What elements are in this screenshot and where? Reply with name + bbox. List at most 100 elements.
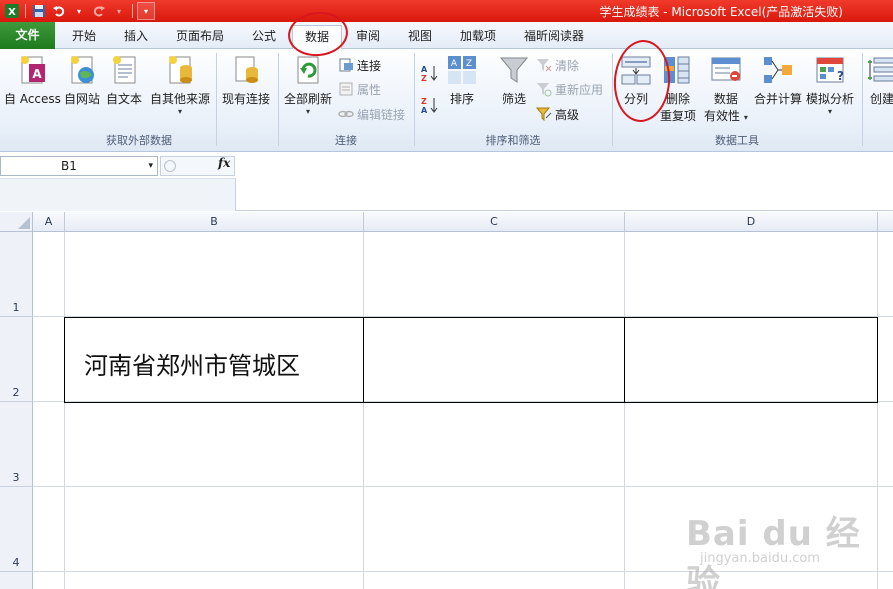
- refresh-icon: [297, 56, 319, 84]
- cell-c2[interactable]: [363, 317, 625, 403]
- select-all-triangle-icon: [18, 217, 30, 229]
- group-label-connections: 连接: [335, 134, 357, 147]
- other-sources-icon: [169, 56, 192, 84]
- save-icon[interactable]: [30, 2, 48, 20]
- filter-button[interactable]: 筛选: [498, 54, 530, 107]
- text-to-columns-label: 分列: [623, 92, 648, 106]
- baidu-watermark-url: jingyan.baidu.com: [700, 551, 820, 566]
- tab-page-layout[interactable]: 页面布局: [168, 25, 232, 49]
- column-header-d[interactable]: D: [625, 212, 878, 232]
- group-create-label: 创建: [869, 92, 893, 106]
- remove-duplicates-label-2: 重复项: [660, 109, 697, 123]
- baidu-watermark-logo: Bai du 经验: [686, 514, 861, 589]
- sort-ascending-button[interactable]: AZ: [420, 63, 440, 83]
- redo-dropdown-icon[interactable]: ▾: [110, 2, 128, 20]
- row-header-4[interactable]: 4: [0, 487, 33, 572]
- filter-label: 筛选: [501, 92, 526, 106]
- refresh-all-button[interactable]: 全部刷新 ▾: [284, 54, 332, 116]
- sort-z-to-a-icon: ZA: [421, 97, 438, 115]
- edit-links-button[interactable]: 编辑链接: [338, 104, 405, 124]
- tab-insert[interactable]: 插入: [112, 25, 160, 49]
- edit-links-label: 编辑链接: [357, 107, 406, 122]
- group-icon: [868, 57, 893, 82]
- properties-button[interactable]: 属性: [338, 79, 381, 99]
- from-access-button[interactable]: A 自 Access: [4, 54, 61, 107]
- excel-logo-icon[interactable]: X: [3, 2, 21, 20]
- tab-home[interactable]: 开始: [60, 25, 108, 49]
- group-label-data-tools: 数据工具: [715, 134, 759, 147]
- undo-icon[interactable]: [50, 2, 68, 20]
- redo-icon[interactable]: [90, 2, 108, 20]
- data-validation-label-2: 有效性 ▾: [704, 109, 748, 123]
- tab-formulas[interactable]: 公式: [240, 25, 288, 49]
- clear-filter-button[interactable]: 清除: [536, 55, 579, 75]
- name-box-value: B1: [61, 159, 77, 173]
- tab-add-ins[interactable]: 加载项: [450, 25, 506, 49]
- advanced-filter-icon: [536, 107, 552, 122]
- gridline: [64, 232, 65, 589]
- chevron-down-icon: ▾: [178, 107, 183, 116]
- from-other-sources-button[interactable]: 自其他来源 ▾: [150, 54, 210, 116]
- connections-icon: [339, 58, 353, 72]
- name-box[interactable]: B1 ▾: [0, 156, 158, 176]
- tab-review[interactable]: 审阅: [346, 25, 390, 49]
- insert-function-button[interactable]: fx: [218, 156, 230, 170]
- link-icon: [338, 110, 354, 118]
- reapply-button[interactable]: 重新应用: [536, 79, 603, 99]
- row-header-1[interactable]: 1: [0, 232, 33, 317]
- reapply-label: 重新应用: [555, 82, 604, 97]
- column-header-b[interactable]: B: [65, 212, 364, 232]
- customize-qat-icon[interactable]: ▾: [137, 2, 155, 20]
- access-icon: A: [21, 56, 46, 84]
- group-create-button[interactable]: 创建: [866, 54, 893, 107]
- tab-file[interactable]: 文件: [0, 22, 55, 49]
- group-label-external-data: 获取外部数据: [106, 134, 172, 147]
- existing-connections-button[interactable]: 现有连接: [222, 54, 270, 107]
- group-separator: [862, 53, 863, 146]
- tab-data[interactable]: 数据: [292, 25, 342, 50]
- column-header-e[interactable]: [878, 212, 893, 232]
- group-label-sort-filter: 排序和筛选: [485, 134, 541, 147]
- sort-descending-button[interactable]: ZA: [420, 95, 440, 115]
- text-to-columns-button[interactable]: 分列: [620, 54, 652, 107]
- clear-filter-icon: [537, 59, 552, 72]
- window-title: 学生成绩表 - Microsoft Excel(产品激活失败): [599, 5, 843, 19]
- svg-text:X: X: [8, 7, 16, 18]
- circle-icon: [164, 160, 176, 172]
- data-validation-button[interactable]: 数据 有效性 ▾: [704, 54, 748, 124]
- tab-foxit-reader[interactable]: 福昕阅读器: [514, 25, 594, 49]
- column-header-c[interactable]: C: [364, 212, 625, 232]
- advanced-filter-button[interactable]: 高级: [536, 104, 579, 124]
- from-text-label: 自文本: [106, 92, 143, 106]
- connections-button[interactable]: 连接: [338, 55, 381, 75]
- text-to-columns-icon: [621, 56, 651, 85]
- consolidate-button[interactable]: 合并计算: [754, 54, 802, 107]
- from-text-button[interactable]: 自文本: [106, 54, 142, 107]
- refresh-all-label: 全部刷新: [284, 92, 333, 106]
- from-web-button[interactable]: 自网站: [64, 54, 100, 107]
- connections-label: 连接: [357, 58, 382, 73]
- row-header-3[interactable]: 3: [0, 402, 33, 487]
- from-web-label: 自网站: [64, 92, 101, 106]
- sort-dialog-icon: AZ: [448, 56, 476, 84]
- formula-bar-lower-area: [0, 178, 236, 211]
- remove-duplicates-button[interactable]: 删除 重复项: [660, 54, 696, 124]
- sort-button[interactable]: AZ 排序: [446, 54, 478, 107]
- select-all-button[interactable]: [0, 212, 33, 232]
- consolidate-label: 合并计算: [754, 92, 803, 106]
- formula-input[interactable]: [236, 156, 893, 176]
- undo-dropdown-icon[interactable]: ▾: [70, 2, 88, 20]
- cell-d2[interactable]: [624, 317, 878, 403]
- clear-filter-label: 清除: [555, 58, 580, 73]
- what-if-analysis-label: 模拟分析: [806, 92, 855, 106]
- row-header-2[interactable]: 2: [0, 317, 33, 402]
- chevron-down-icon[interactable]: ▾: [148, 157, 153, 175]
- advanced-filter-label: 高级: [555, 107, 580, 122]
- existing-connections-icon: [235, 56, 258, 83]
- funnel-icon: [499, 57, 529, 83]
- tab-view[interactable]: 视图: [396, 25, 444, 49]
- row-header-5[interactable]: [0, 572, 33, 589]
- what-if-analysis-button[interactable]: ? 模拟分析 ▾: [806, 54, 854, 116]
- column-header-a[interactable]: A: [33, 212, 65, 232]
- gridline: [624, 232, 625, 589]
